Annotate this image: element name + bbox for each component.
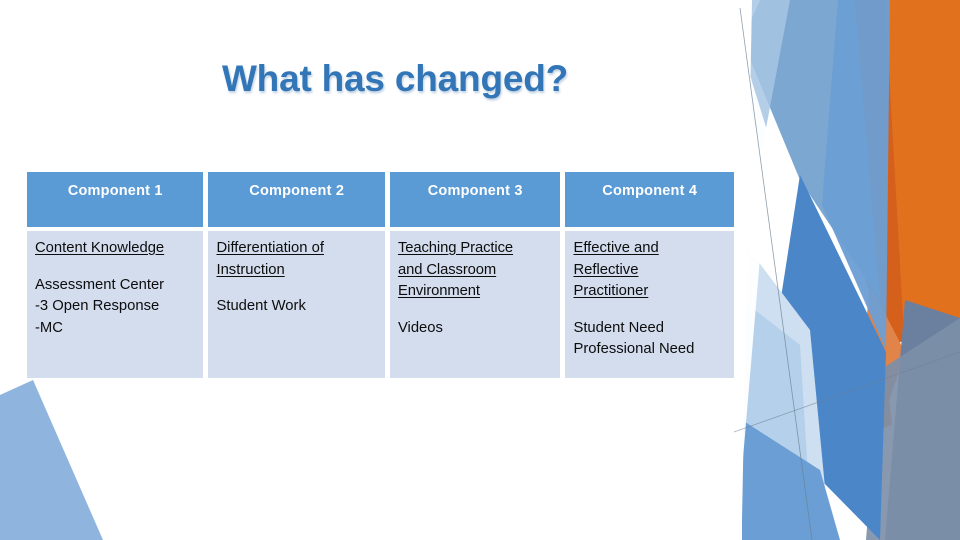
cell-4-heading-line-1: Effective and	[573, 240, 659, 256]
cell-3-heading-line-1: Teaching Practice	[397, 240, 514, 256]
cell-4-line-2: Professional Need	[573, 341, 695, 357]
table-column-3: Component 3 Teaching Practice and Classr…	[389, 172, 561, 378]
cell-4-heading-line-2: Reflective	[573, 261, 639, 278]
decor-shape-blue-mid	[822, 0, 890, 350]
cell-4-heading-line-3: Practitioner	[573, 283, 649, 299]
decor-shape-bluegray-dark	[885, 300, 960, 540]
cell-3-heading-line-3: Environment	[397, 283, 480, 299]
cell-3-spacer	[398, 303, 553, 318]
decor-line-diagonal-2	[733, 351, 960, 433]
cell-4-spacer	[573, 303, 726, 318]
decor-shape-blue-deep	[762, 175, 886, 540]
table-header-component-4: Component 4	[565, 172, 734, 227]
decor-shape-orange-light	[858, 285, 905, 430]
cell-2-heading-line-2: Instruction	[216, 261, 285, 278]
decor-shape-blue-bottom	[742, 420, 840, 540]
cell-3-heading-line-2: and Classroom	[397, 261, 497, 278]
table-column-4: Component 4 Effective and Reflective Pra…	[565, 172, 734, 378]
table-cell-component-3: Teaching Practice and Classroom Environm…	[389, 231, 561, 378]
decor-shape-left-wedge	[0, 380, 103, 540]
table-header-component-1: Component 1	[27, 172, 204, 227]
cell-1-heading: Content Knowledge	[35, 240, 165, 256]
cell-1-line-2: -3 Open Response	[35, 298, 160, 314]
decor-shape-blue-pale-lower	[742, 240, 830, 540]
cell-2-spacer	[216, 281, 376, 296]
table-header-component-2: Component 2	[208, 172, 385, 227]
cell-2-line-1: Student Work	[216, 298, 306, 314]
decor-shape-orange-dark	[830, 0, 960, 345]
table-cell-component-2: Differentiation of Instruction Student W…	[208, 231, 385, 378]
table-column-2: Component 2 Differentiation of Instructi…	[208, 172, 385, 378]
decor-shape-orange-sliver	[866, 300, 892, 435]
table-cell-component-1: Content Knowledge Assessment Center -3 O…	[27, 231, 204, 378]
table-column-1: Component 1 Content Knowledge Assessment…	[27, 172, 204, 378]
slide-canvas: What has changed? Component 1 Content Kn…	[0, 0, 960, 540]
components-table: Component 1 Content Knowledge Assessment…	[27, 172, 734, 378]
decor-shape-blue-steel	[742, 0, 880, 300]
cell-1-line-1: Assessment Center	[35, 276, 165, 293]
cell-3-line-1: Videos	[397, 319, 443, 336]
table-header-component-3: Component 3	[389, 172, 561, 227]
cell-1-line-3: -MC	[35, 319, 63, 336]
cell-2-heading-line-1: Differentiation of	[216, 240, 324, 256]
decor-shape-bluegray-light	[866, 318, 960, 540]
cell-4-line-1: Student Need	[573, 319, 664, 336]
cell-1-spacer	[35, 260, 195, 275]
table-cell-component-4: Effective and Reflective Practitioner St…	[565, 231, 734, 378]
decor-shape-orange-mid	[885, 0, 960, 352]
slide-title: What has changed?	[221, 58, 569, 99]
decor-shape-blue-paler	[742, 300, 812, 540]
